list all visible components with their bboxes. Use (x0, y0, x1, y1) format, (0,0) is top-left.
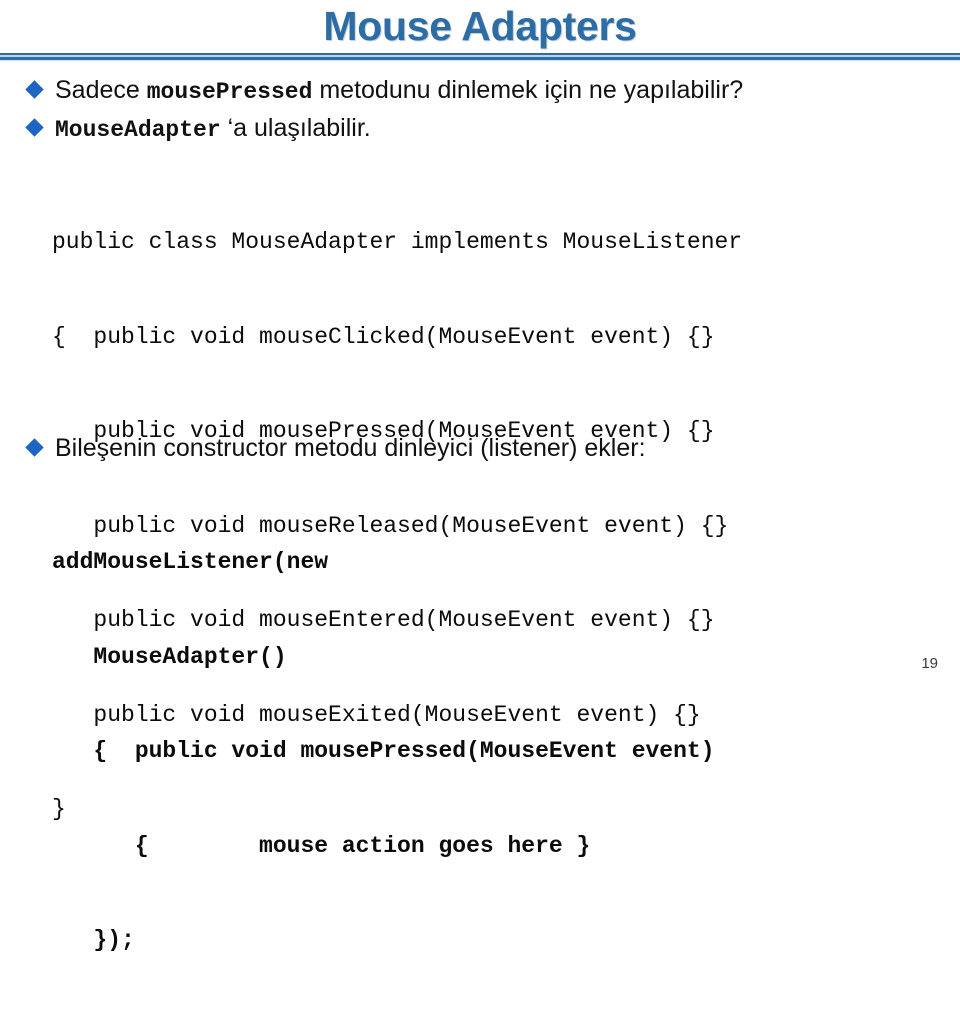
page-number: 19 (921, 655, 938, 672)
bullet-1-segment-3: metodunu dinlemek için ne yapılabilir? (312, 76, 744, 104)
title-area: Mouse Adapters (0, 0, 960, 52)
bullet-item-3-label: Bileşenin constructor metodu dinleyici (… (55, 434, 646, 462)
code-line: { public void mousePressed(MouseEvent ev… (52, 738, 715, 764)
bullet-item-2: MouseAdapter ‘a ulaşılabilir. (25, 112, 371, 146)
diamond-bullet-icon (25, 438, 44, 457)
code-line: MouseAdapter() (52, 643, 287, 670)
code-line: }); (52, 927, 135, 953)
code-line: { public void mouseClicked(MouseEvent ev… (52, 323, 715, 350)
bullet-item-1-label: Sadece mousePressed metodunu dinlemek iç… (55, 74, 743, 108)
code-line: { mouse action goes here } (52, 832, 591, 859)
bullet-item-1: Sadece mousePressed metodunu dinlemek iç… (25, 74, 743, 108)
code-block-addmouselistener: addMouseListener(new MouseAdapter() { pu… (52, 484, 715, 1020)
diamond-bullet-icon (25, 118, 44, 137)
bullet-item-3: Bileşenin constructor metodu dinleyici (… (25, 432, 646, 464)
bullet-2-segment-1: MouseAdapter (55, 117, 221, 143)
code-line: public class MouseAdapter implements Mou… (52, 229, 743, 255)
title-divider (0, 53, 960, 62)
code-line: addMouseListener(new (52, 549, 329, 575)
diamond-bullet-icon (25, 80, 44, 99)
bullet-1-segment-1: Sadece (55, 76, 147, 104)
bullet-2-segment-2: ‘a ulaşılabilir. (220, 114, 371, 142)
page-title: Mouse Adapters (323, 3, 637, 49)
bullet-1-segment-2: mousePressed (146, 79, 313, 105)
bullet-item-2-label: MouseAdapter ‘a ulaşılabilir. (55, 112, 371, 146)
divider-line-fade (0, 60, 960, 62)
slide-canvas: Mouse Adapters Sadece mousePressed metod… (0, 0, 960, 953)
